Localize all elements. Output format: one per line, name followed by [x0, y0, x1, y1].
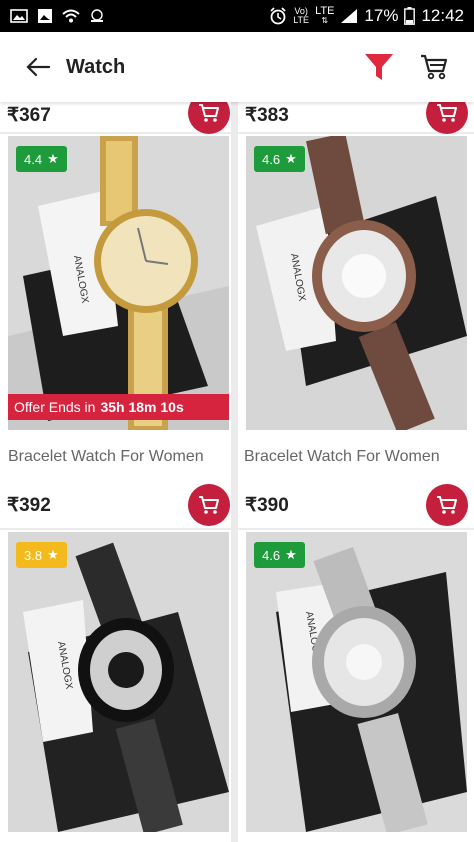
star-icon: ★ — [285, 151, 297, 166]
product-card[interactable]: ANALOGX 4.6 ★ Bracelet Watch For Women ₹… — [238, 134, 474, 528]
rating-badge: 4.6 ★ — [254, 542, 305, 568]
cart-icon — [199, 496, 219, 514]
product-image[interactable]: ANALOGX 4.6 ★ — [246, 532, 467, 832]
product-image[interactable]: ANALOGX 4.4 ★ Offer Ends in 35h 18m 10s — [8, 136, 229, 430]
app-notification-icon — [91, 9, 103, 22]
star-icon: ★ — [47, 547, 59, 562]
offer-countdown: 35h 18m 10s — [100, 399, 184, 415]
add-to-cart-button[interactable] — [188, 484, 230, 526]
product-image[interactable]: ANALOGX 4.6 ★ — [246, 136, 467, 430]
cart-icon — [437, 104, 457, 122]
add-to-cart-button[interactable] — [188, 102, 230, 134]
product-card[interactable]: ANALOGX 3.8 ★ — [0, 530, 231, 842]
product-name[interactable]: Bracelet Watch For Women — [8, 448, 204, 466]
clock-time: 12:42 — [421, 6, 464, 25]
page-title: Watch — [66, 55, 126, 78]
status-bar: Vo) LTE LTE ⇅ 17% 12:42 — [0, 0, 474, 32]
rating-badge: 4.4 ★ — [16, 146, 67, 172]
cart-icon — [199, 104, 219, 122]
battery-icon — [404, 7, 416, 25]
rating-badge: 4.6 ★ — [254, 146, 305, 172]
product-card[interactable]: ₹383 — [238, 102, 474, 134]
product-grid: ₹367 ₹383 ANALOGX 4.4 ★ Offer Ends in 35… — [0, 102, 474, 842]
signal-icon — [341, 9, 358, 23]
star-icon: ★ — [285, 547, 297, 562]
product-price: ₹390 — [245, 495, 289, 516]
product-name[interactable]: Bracelet Watch For Women — [244, 448, 440, 466]
gold-watch-image: ANALOGX — [8, 136, 229, 430]
rating-badge: 3.8 ★ — [16, 542, 67, 568]
star-icon: ★ — [47, 151, 59, 166]
product-price: ₹367 — [7, 105, 51, 126]
back-arrow-icon — [26, 57, 51, 77]
rose-gold-watch-image: ANALOGX — [246, 136, 467, 430]
filter-icon[interactable] — [364, 52, 394, 82]
wifi-icon — [62, 9, 80, 23]
product-image[interactable]: ANALOGX 3.8 ★ — [8, 532, 229, 832]
product-card[interactable]: ANALOGX 4.6 ★ — [238, 530, 474, 842]
add-to-cart-button[interactable] — [426, 484, 468, 526]
black-watch-image: ANALOGX — [8, 532, 229, 832]
image-icon — [10, 9, 28, 23]
offer-banner: Offer Ends in 35h 18m 10s — [8, 394, 229, 420]
battery-percent: 17% — [364, 6, 399, 25]
volte-indicator: Vo) LTE — [293, 6, 310, 25]
product-card[interactable]: ₹367 — [0, 102, 231, 134]
cart-icon — [437, 496, 457, 514]
add-to-cart-button[interactable] — [426, 102, 468, 134]
lte-indicator: LTE ⇅ — [315, 5, 335, 26]
app-header: Watch — [0, 32, 474, 102]
product-card[interactable]: ANALOGX 4.4 ★ Offer Ends in 35h 18m 10s … — [0, 134, 231, 528]
gallery-icon — [38, 9, 52, 23]
product-price: ₹392 — [7, 495, 51, 516]
silver-watch-image: ANALOGX — [246, 532, 467, 832]
cart-icon[interactable] — [420, 54, 448, 80]
back-button[interactable] — [18, 47, 58, 87]
alarm-icon — [270, 7, 286, 25]
product-price: ₹383 — [245, 105, 289, 126]
